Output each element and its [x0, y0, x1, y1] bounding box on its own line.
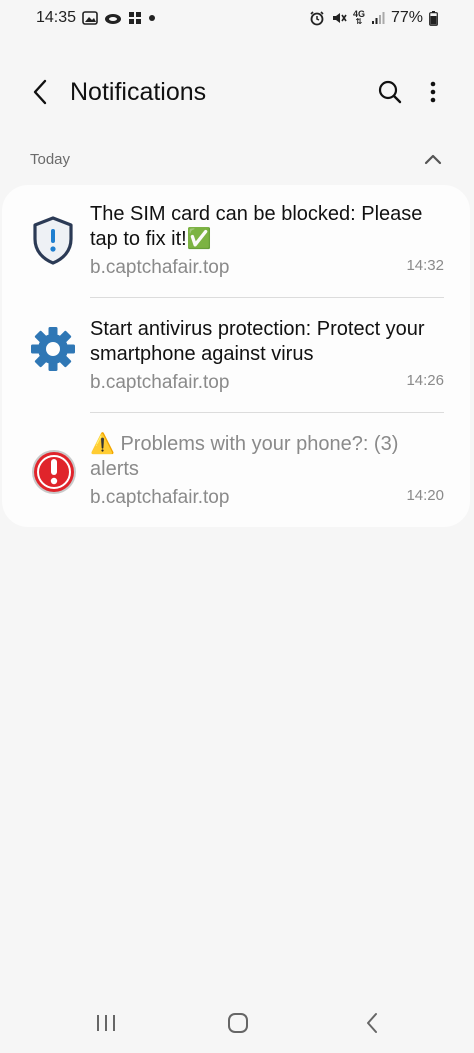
section-header: Today [30, 146, 446, 172]
home-button[interactable] [218, 1007, 258, 1039]
notification-source: b.captchafair.top [90, 372, 230, 393]
back-button[interactable] [24, 76, 56, 108]
cloud-icon [104, 11, 122, 25]
app-bar: Notifications [0, 62, 474, 122]
search-icon [378, 80, 402, 104]
signal-icon [371, 11, 385, 25]
battery-icon [429, 10, 438, 26]
notification-time: 14:20 [406, 487, 444, 504]
recents-button[interactable] [86, 1007, 126, 1039]
notification-item[interactable]: The SIM card can be blocked: Please tap … [2, 185, 470, 299]
windows-icon [128, 11, 142, 25]
page-title: Notifications [70, 78, 207, 106]
more-options-button[interactable] [420, 76, 446, 108]
mute-icon [331, 10, 347, 26]
status-time: 14:35 [36, 9, 77, 26]
back-nav-button[interactable] [352, 1007, 392, 1039]
notification-source: b.captchafair.top [90, 257, 230, 278]
gallery-icon [82, 11, 98, 25]
home-icon [228, 1013, 248, 1033]
notification-card: The SIM card can be blocked: Please tap … [2, 185, 470, 527]
alarm-icon [309, 10, 325, 26]
status-bar-right: 4G ⇅ 77% [309, 9, 438, 27]
recents-icon [97, 1015, 115, 1031]
search-button[interactable] [372, 76, 408, 108]
notification-time: 14:26 [406, 372, 444, 389]
status-bar-left: 14:35 [36, 9, 156, 27]
4g-icon: 4G ⇅ [352, 9, 365, 26]
notification-title: ⚠️ Problems with your phone?: (3) alerts [90, 433, 399, 480]
red-alert-icon [30, 448, 76, 494]
navigation-bar [0, 995, 474, 1053]
dot-icon [148, 14, 156, 22]
notification-title: Start antivirus protection: Protect your… [90, 318, 425, 365]
section-label: Today [30, 150, 71, 168]
collapse-button[interactable] [420, 146, 446, 172]
shield-alert-icon [30, 215, 76, 265]
divider [90, 297, 444, 298]
more-vert-icon [430, 81, 436, 103]
battery-percent: 77% [390, 9, 423, 26]
notification-item[interactable]: Start antivirus protection: Protect your… [2, 300, 470, 414]
notification-item[interactable]: ⚠️ Problems with your phone?: (3) alerts… [2, 415, 470, 529]
notification-time: 14:32 [406, 257, 444, 274]
status-bar: 14:35 4G ⇅ 77% [0, 0, 474, 36]
chevron-up-icon [424, 154, 442, 165]
notification-source: b.captchafair.top [90, 487, 230, 508]
back-icon [33, 79, 47, 105]
notification-title: The SIM card can be blocked: Please tap … [90, 203, 423, 250]
divider [90, 412, 444, 413]
back-nav-icon [367, 1013, 377, 1033]
gear-icon [30, 326, 76, 372]
